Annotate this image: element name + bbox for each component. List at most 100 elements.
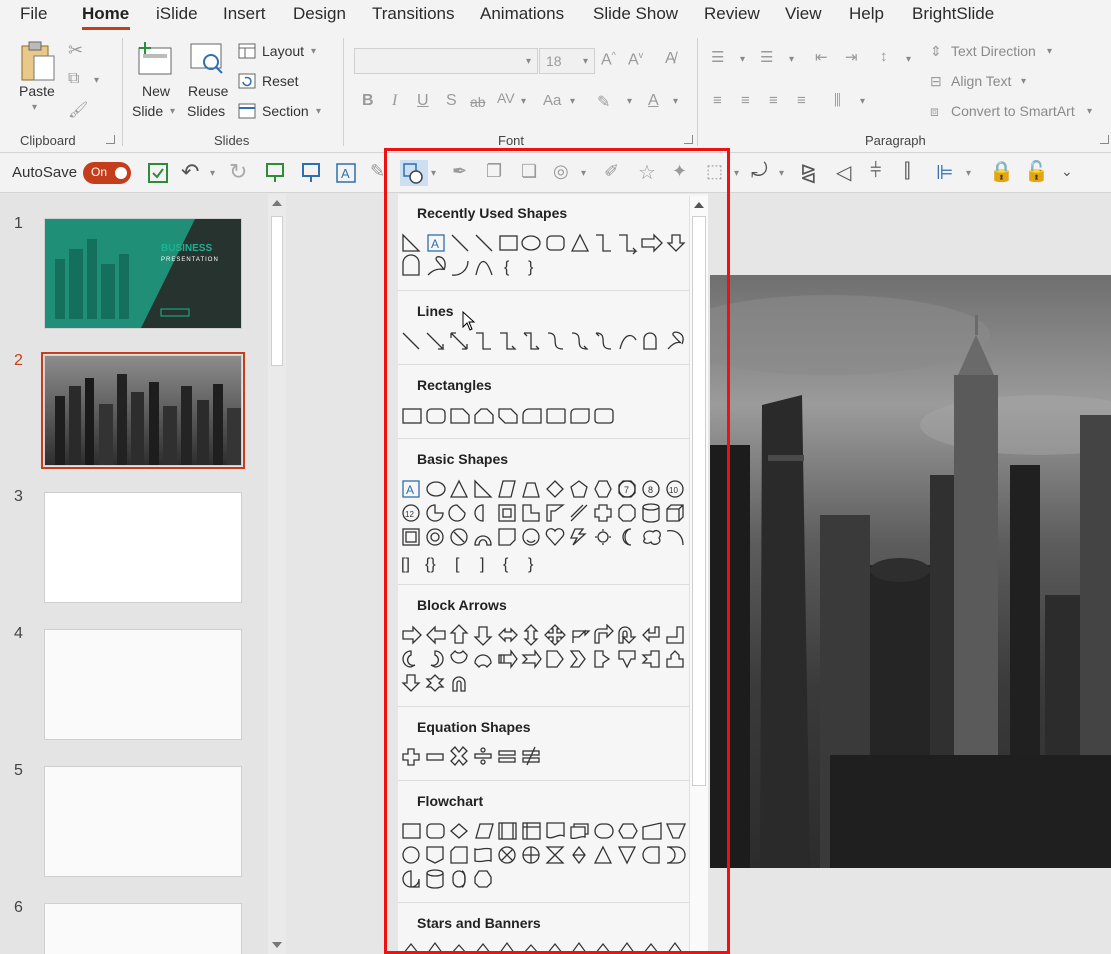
slide-thumbnail-2[interactable] xyxy=(44,355,242,466)
align-center-icon[interactable]: ≡ xyxy=(741,92,750,109)
equation-shapes[interactable] xyxy=(400,746,560,768)
bullets-icon[interactable]: ☰ xyxy=(711,48,724,66)
paste-label[interactable]: Paste xyxy=(19,83,55,99)
reuse-slides-label-1[interactable]: Reuse xyxy=(188,83,228,99)
numbering-icon[interactable]: ☰ xyxy=(760,48,773,66)
reset-icon[interactable] xyxy=(238,73,256,89)
rotate-icon[interactable]: ⤾ xyxy=(751,160,768,183)
increase-font-icon[interactable]: A^ xyxy=(601,50,616,69)
columns-icon[interactable]: ⫼ xyxy=(834,92,841,109)
slide-thumbnail-5[interactable] xyxy=(44,766,242,877)
line-spacing-icon[interactable]: ↕ xyxy=(880,48,888,65)
reuse-slides-label-2[interactable]: Slides xyxy=(187,103,225,119)
basic-shapes[interactable]: A 7 8 10 12 [] {} [] {} xyxy=(400,478,690,574)
scroll-down-icon[interactable] xyxy=(272,942,282,948)
strikethrough-icon[interactable]: ab xyxy=(470,94,486,110)
layout-dropdown[interactable]: ▾ xyxy=(311,46,316,57)
tab-islide[interactable]: iSlide xyxy=(156,4,198,24)
tab-review[interactable]: Review xyxy=(704,4,760,24)
copy-dropdown[interactable]: ▾ xyxy=(94,75,99,86)
increase-indent-icon[interactable]: ⇥ xyxy=(845,48,858,66)
paste-icon[interactable] xyxy=(18,40,58,84)
section-icon[interactable] xyxy=(238,103,256,119)
bullets-dropdown[interactable]: ▾ xyxy=(740,54,745,65)
layout-icon[interactable] xyxy=(238,43,256,59)
slide-thumbnail-6[interactable] xyxy=(44,903,242,954)
tab-design[interactable]: Design xyxy=(293,4,346,24)
tab-home[interactable]: Home xyxy=(82,4,129,24)
tab-slide-show[interactable]: Slide Show xyxy=(593,4,678,24)
convert-smartart-button[interactable]: Convert to SmartArt xyxy=(951,103,1075,119)
reuse-slides-icon[interactable] xyxy=(189,42,227,78)
slide-thumbnail-4[interactable] xyxy=(44,629,242,740)
tab-insert[interactable]: Insert xyxy=(223,4,266,24)
numbering-dropdown[interactable]: ▾ xyxy=(789,54,794,65)
reset-button[interactable]: Reset xyxy=(262,73,299,89)
text-direction-icon[interactable]: ⇕ xyxy=(930,43,942,60)
tab-brightslide[interactable]: BrightSlide xyxy=(912,4,994,24)
decrease-indent-icon[interactable]: ⇤ xyxy=(815,48,828,66)
paragraph-launcher[interactable] xyxy=(1100,135,1109,144)
align-text-icon[interactable]: ⊟ xyxy=(930,73,942,90)
align-left-icon[interactable]: ≡ xyxy=(713,92,722,109)
undo-dropdown[interactable]: ▾ xyxy=(210,168,215,179)
align-objects-icon[interactable]: ⊫ xyxy=(936,160,953,185)
cut-icon[interactable]: ✂ xyxy=(68,40,83,61)
merge-shapes-dropdown[interactable]: ▾ xyxy=(581,168,586,179)
section-button[interactable]: Section xyxy=(262,103,309,119)
send-backward-icon[interactable]: ❏ xyxy=(521,161,537,182)
change-case-dropdown[interactable]: ▾ xyxy=(570,96,575,107)
eyedropper-icon[interactable]: ✒ xyxy=(452,161,467,182)
undo-icon[interactable]: ↶ xyxy=(181,159,199,185)
pen-icon[interactable]: ✎ xyxy=(370,161,385,182)
menu-scrollbar-thumb[interactable] xyxy=(692,216,706,786)
copy-icon[interactable]: ⧉ xyxy=(68,70,79,88)
presenter-view-icon[interactable] xyxy=(264,162,286,184)
tab-help[interactable]: Help xyxy=(849,4,884,24)
new-slide-icon[interactable] xyxy=(137,40,177,78)
flip-horizontal-icon[interactable]: ⧎ xyxy=(800,160,817,185)
columns-dropdown[interactable]: ▾ xyxy=(860,96,865,107)
font-color-icon[interactable]: A xyxy=(648,92,659,110)
char-spacing-dropdown[interactable]: ▾ xyxy=(521,96,526,107)
star-shapes[interactable] xyxy=(400,940,690,954)
tab-transitions[interactable]: Transitions xyxy=(372,4,455,24)
tab-view[interactable]: View xyxy=(785,4,822,24)
scroll-up-icon[interactable] xyxy=(272,200,282,206)
unlock-icon[interactable]: 🔓 xyxy=(1024,159,1049,184)
redo-icon[interactable]: ↻ xyxy=(229,159,247,185)
shapes-dropdown[interactable]: ▾ xyxy=(431,168,436,179)
customize-toolbar-icon[interactable]: ⌄ xyxy=(1061,163,1073,180)
convert-smartart-dropdown[interactable]: ▾ xyxy=(1087,106,1092,117)
bold-icon[interactable]: B xyxy=(362,92,374,110)
align-text-button[interactable]: Align Text xyxy=(951,73,1011,89)
align-right-icon[interactable]: ≡ xyxy=(769,92,778,109)
paste-dropdown[interactable]: ▾ xyxy=(32,102,37,113)
layout-button[interactable]: Layout xyxy=(262,43,304,59)
tab-animations[interactable]: Animations xyxy=(480,4,564,24)
save-icon[interactable] xyxy=(146,161,170,185)
italic-icon[interactable]: I xyxy=(392,92,397,110)
distribute-icon[interactable]: ⫿ xyxy=(904,160,910,183)
font-size-dropdown[interactable]: ▾ xyxy=(583,56,588,67)
format-painter-icon[interactable]: 🖌 xyxy=(68,100,88,120)
autosave-toggle[interactable]: On xyxy=(83,162,131,184)
slide-thumbnail-3[interactable] xyxy=(44,492,242,603)
line-spacing-dropdown[interactable]: ▾ xyxy=(906,54,911,65)
shadow-icon[interactable]: S xyxy=(446,92,457,110)
text-direction-button[interactable]: Text Direction xyxy=(951,43,1036,59)
shapes-menu-scrollbar[interactable] xyxy=(689,196,708,954)
font-name-dropdown[interactable]: ▾ xyxy=(526,56,531,67)
textbox-icon[interactable]: A xyxy=(335,162,357,184)
font-name-box[interactable] xyxy=(354,48,538,74)
lock-icon[interactable]: 🔒 xyxy=(989,159,1014,184)
new-slide-label-1[interactable]: New xyxy=(142,83,170,99)
format-painter-qat-icon[interactable]: ✐ xyxy=(604,161,619,182)
thumbnails-scrollbar[interactable] xyxy=(268,194,286,954)
align-text-dropdown[interactable]: ▾ xyxy=(1021,76,1026,87)
change-case-icon[interactable]: Aa xyxy=(543,92,561,109)
underline-icon[interactable]: U xyxy=(417,92,429,110)
clipboard-launcher[interactable] xyxy=(106,135,115,144)
merge-shapes-icon[interactable]: ◎ xyxy=(553,161,569,182)
line-shapes[interactable] xyxy=(400,330,690,354)
